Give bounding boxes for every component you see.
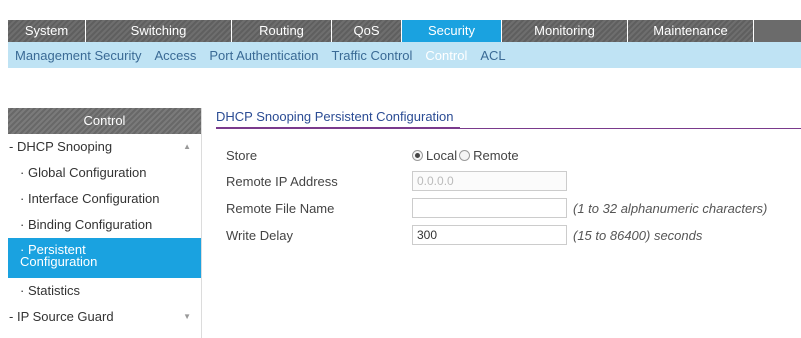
store-remote-label: Remote [473, 147, 519, 163]
subnav-access[interactable]: Access [154, 48, 196, 63]
bullet: · [20, 165, 28, 180]
remote-file-hint: (1 to 32 alphanumeric characters) [573, 200, 768, 216]
sidebar: Control - DHCP Snooping ▲ · Global Confi… [8, 108, 202, 338]
main-content: DHCP Snooping Persistent Configuration S… [216, 108, 801, 245]
remote-ip-label: Remote IP Address [226, 173, 338, 189]
remote-ip-row: Remote IP Address 0.0.0.0 [226, 170, 567, 192]
sidebar-item-label: IP Source Guard [16, 309, 114, 324]
bullet: - [9, 139, 17, 154]
write-delay-input[interactable]: 300 [412, 225, 567, 245]
radio-selected-icon [412, 149, 423, 161]
subnav-traffic-control[interactable]: Traffic Control [332, 48, 413, 63]
bullet: · [20, 191, 28, 206]
remote-file-label: Remote File Name [226, 200, 335, 216]
sidebar-item-label-line2: Configuration [20, 254, 98, 269]
sidebar-item-label: Binding Configuration [27, 217, 153, 232]
sidebar-item-global-configuration[interactable]: · Global Configuration [8, 160, 201, 186]
remote-file-row: Remote File Name (1 to 32 alphanumeric c… [226, 197, 767, 219]
main-nav: System Switching Routing QoS Security Mo… [8, 20, 801, 42]
sidebar-item-interface-configuration[interactable]: · Interface Configuration [8, 186, 201, 212]
remote-file-input[interactable] [412, 198, 567, 218]
tab-security[interactable]: Security [402, 20, 502, 42]
tab-qos[interactable]: QoS [332, 20, 402, 42]
store-label: Store [226, 147, 258, 163]
sidebar-item-persistent-configuration[interactable]: · Persistent Configuration [8, 238, 201, 278]
sub-nav: Management Security Access Port Authenti… [8, 42, 801, 68]
tab-maintenance[interactable]: Maintenance [628, 20, 754, 42]
tab-routing[interactable]: Routing [232, 20, 332, 42]
bullet: · [20, 283, 28, 298]
sidebar-header: Control [8, 108, 201, 134]
sidebar-item-binding-configuration[interactable]: · Binding Configuration [8, 212, 201, 238]
write-delay-label: Write Delay [226, 227, 293, 243]
subnav-acl[interactable]: ACL [480, 48, 505, 63]
chevron-up-icon[interactable]: ▲ [183, 134, 191, 160]
sidebar-item-label: Statistics [27, 283, 80, 298]
write-delay-hint: (15 to 86400) seconds [573, 227, 703, 243]
store-row: Store Local Remote [226, 144, 521, 166]
store-local-label: Local [426, 147, 458, 163]
tab-monitoring[interactable]: Monitoring [502, 20, 628, 42]
tab-system[interactable]: System [8, 20, 86, 42]
store-local-radio[interactable]: Local [412, 148, 457, 163]
store-remote-radio[interactable]: Remote [459, 148, 519, 163]
sidebar-item-statistics[interactable]: · Statistics [8, 278, 201, 304]
sidebar-item-label: Global Configuration [27, 165, 147, 180]
sidebar-item-label: DHCP Snooping [16, 139, 113, 154]
remote-ip-input[interactable]: 0.0.0.0 [412, 171, 567, 191]
bullet: · [20, 217, 28, 232]
tab-switching[interactable]: Switching [86, 20, 232, 42]
subnav-management-security[interactable]: Management Security [15, 48, 141, 63]
chevron-down-icon[interactable]: ▼ [183, 304, 191, 330]
subnav-control[interactable]: Control [425, 48, 467, 63]
write-delay-row: Write Delay 300 (15 to 86400) seconds [226, 224, 702, 246]
bullet: - [9, 309, 17, 324]
radio-unselected-icon [459, 149, 471, 161]
sidebar-item-label: Interface Configuration [27, 191, 160, 206]
subnav-port-authentication[interactable]: Port Authentication [209, 48, 318, 63]
section-title: DHCP Snooping Persistent Configuration [216, 108, 801, 129]
top-strip [0, 0, 801, 20]
sidebar-item-dhcp-snooping[interactable]: - DHCP Snooping ▲ [8, 134, 201, 160]
page-title: DHCP Snooping Persistent Configuration [216, 108, 460, 129]
sidebar-item-ip-source-guard[interactable]: - IP Source Guard ▼ [8, 304, 201, 330]
